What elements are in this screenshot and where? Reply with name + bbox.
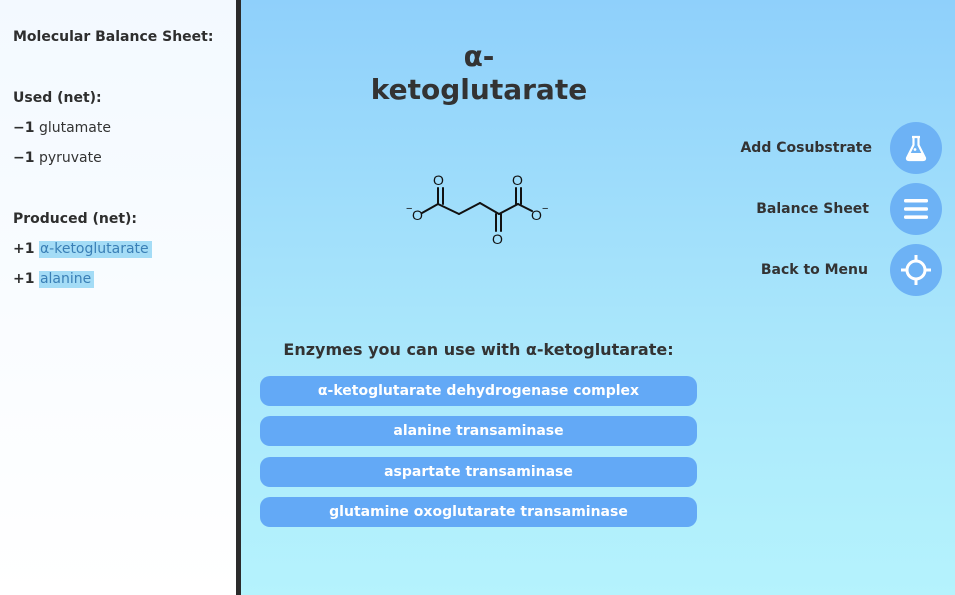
atom-oxygen-label: O [492, 231, 503, 247]
enzyme-button[interactable]: glutamine oxoglutarate transaminase [260, 497, 697, 527]
enzyme-button[interactable]: aspartate transaminase [260, 457, 697, 487]
balance-sheet-label[interactable]: Balance Sheet [756, 201, 869, 217]
negative-charge-label: − [406, 203, 412, 215]
used-delta: −1 [13, 150, 35, 166]
molecule-structure-diagram: O O O O O − − [406, 172, 548, 247]
used-item: −1 pyruvate [13, 150, 102, 166]
used-item: −1 glutamate [13, 120, 111, 136]
produced-molecule-link[interactable]: alanine [38, 271, 95, 288]
used-molecule: pyruvate [38, 150, 102, 166]
flask-icon [905, 135, 927, 162]
enzymes-heading: Enzymes you can use with α-ketoglutarate… [283, 340, 674, 359]
enzyme-button[interactable]: α-ketoglutarate dehydrogenase complex [260, 376, 697, 406]
produced-delta: +1 [13, 271, 35, 287]
used-delta: −1 [13, 120, 35, 136]
back-to-menu-button[interactable] [890, 244, 942, 296]
molecule-title: α-ketoglutarate [370, 40, 588, 106]
add-cosubstrate-button[interactable] [890, 122, 942, 174]
enzyme-button[interactable]: alanine transaminase [260, 416, 697, 446]
atom-oxygen-label: O [531, 207, 542, 223]
produced-item: +1 alanine [13, 271, 95, 288]
used-molecule: glutamate [38, 120, 111, 136]
add-cosubstrate-label[interactable]: Add Cosubstrate [740, 140, 872, 156]
molecule-view: α-ketoglutarate O O O O O − − Add Cosubs… [241, 0, 955, 595]
negative-charge-label: − [542, 203, 548, 215]
atom-oxygen-label: O [433, 172, 444, 188]
used-heading: Used (net): [13, 90, 102, 106]
atom-oxygen-label: O [512, 172, 523, 188]
atom-oxygen-label: O [412, 207, 423, 223]
produced-delta: +1 [13, 241, 35, 257]
balance-sheet-panel: Molecular Balance Sheet: Used (net): −1 … [0, 0, 236, 595]
crosshair-icon [901, 255, 931, 285]
produced-item: +1 α-ketoglutarate [13, 241, 152, 258]
menu-icon [904, 199, 928, 219]
balance-sheet-button[interactable] [890, 183, 942, 235]
produced-heading: Produced (net): [13, 211, 138, 227]
produced-molecule-link[interactable]: α-ketoglutarate [38, 241, 152, 258]
balance-sheet-title: Molecular Balance Sheet: [13, 29, 214, 45]
back-to-menu-label[interactable]: Back to Menu [761, 262, 868, 278]
